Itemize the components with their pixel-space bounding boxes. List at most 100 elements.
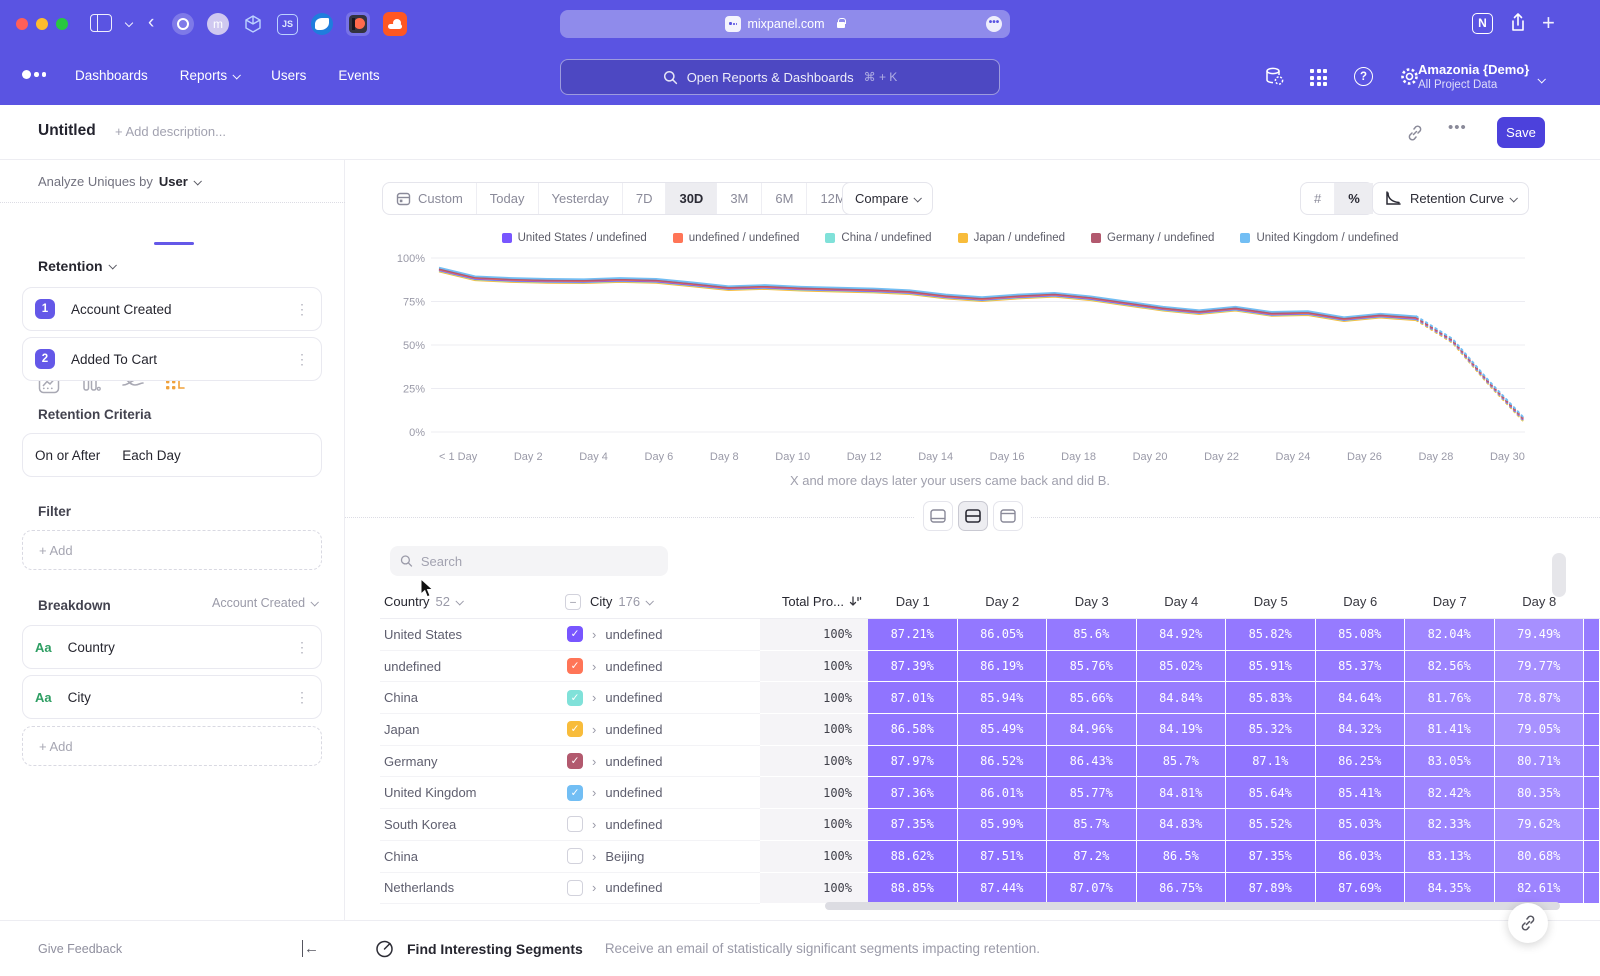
retention-cell[interactable]: 82.04% — [1405, 619, 1495, 651]
country-cell[interactable]: China — [380, 841, 565, 873]
retention-cell-partial[interactable] — [1584, 746, 1600, 778]
retention-cell[interactable]: 84.19% — [1137, 714, 1227, 746]
analyze-entity-select[interactable]: User — [159, 174, 188, 189]
help-icon[interactable]: ? — [1354, 67, 1373, 86]
retention-cell[interactable]: 87.35% — [1226, 841, 1316, 873]
retention-cell[interactable]: 84.32% — [1316, 714, 1406, 746]
nav-item-events[interactable]: Events — [338, 68, 379, 83]
retention-cell[interactable]: 88.85% — [868, 873, 958, 905]
column-header-day-5[interactable]: Day 5 — [1226, 585, 1316, 619]
column-header-day-1[interactable]: Day 1 — [868, 585, 958, 619]
retention-cell[interactable]: 85.7% — [1047, 809, 1137, 841]
cube-icon[interactable] — [242, 13, 264, 35]
notion-icon[interactable]: N — [1472, 13, 1493, 34]
retention-cell[interactable]: 87.1% — [1226, 746, 1316, 778]
retention-cell-partial[interactable] — [1584, 777, 1600, 809]
retention-cell[interactable]: 87.44% — [958, 873, 1048, 905]
legend-item[interactable]: United States / undefined — [502, 232, 647, 244]
expand-chevron-icon[interactable]: › — [592, 722, 596, 737]
expand-chevron-icon[interactable]: › — [592, 785, 596, 800]
legend-item[interactable]: China / undefined — [825, 232, 931, 244]
retention-cell[interactable]: 87.01% — [868, 682, 958, 714]
retention-cell[interactable]: 86.03% — [1316, 841, 1406, 873]
retention-cell[interactable]: 85.82% — [1226, 619, 1316, 651]
retention-cell[interactable]: 82.56% — [1405, 651, 1495, 683]
series-checkbox[interactable]: ✓ — [567, 658, 583, 674]
criteria-on-or-after[interactable]: On or After — [35, 448, 100, 463]
column-header-day-3[interactable]: Day 3 — [1047, 585, 1137, 619]
column-header-day-4[interactable]: Day 4 — [1137, 585, 1227, 619]
retention-cell[interactable]: 84.83% — [1137, 809, 1227, 841]
expand-chevron-icon[interactable]: › — [592, 627, 596, 642]
retention-cell[interactable]: 79.77% — [1495, 651, 1585, 683]
retention-cell[interactable]: 85.37% — [1316, 651, 1406, 683]
find-segments-title[interactable]: Find Interesting Segments — [407, 941, 583, 957]
retention-cell[interactable]: 85.94% — [958, 682, 1048, 714]
close-window-button[interactable] — [16, 18, 28, 30]
retention-cell[interactable]: 87.97% — [868, 746, 958, 778]
criteria-each-day[interactable]: Each Day — [122, 448, 181, 463]
retention-cell[interactable]: 85.66% — [1047, 682, 1137, 714]
soundcloud-icon[interactable] — [383, 12, 407, 36]
breakdown-country[interactable]: Aa Country ⋮ — [22, 625, 322, 669]
retention-cell[interactable]: 85.6% — [1047, 619, 1137, 651]
range-custom[interactable]: Custom — [383, 183, 476, 214]
retention-cell[interactable]: 85.7% — [1137, 746, 1227, 778]
retention-cell[interactable]: 86.19% — [958, 651, 1048, 683]
legend-item[interactable]: undefined / undefined — [673, 232, 800, 244]
retention-cell[interactable]: 83.13% — [1405, 841, 1495, 873]
retention-step-2[interactable]: 2 Added To Cart ⋮ — [22, 337, 322, 381]
expand-chevron-icon[interactable]: › — [592, 754, 596, 769]
retention-cell[interactable]: 85.02% — [1137, 651, 1227, 683]
chart-type-button[interactable]: Retention Curve — [1372, 182, 1529, 215]
series-checkbox[interactable] — [567, 848, 583, 864]
range-6m[interactable]: 6M — [761, 183, 806, 214]
m-avatar-icon[interactable]: m — [207, 13, 229, 35]
city-cell[interactable]: ✓›undefined — [565, 651, 760, 683]
total-cell[interactable]: 100% — [760, 682, 868, 714]
retention-cell[interactable]: 87.35% — [868, 809, 958, 841]
data-management-icon[interactable] — [1264, 66, 1285, 87]
expand-chevron-icon[interactable]: › — [592, 659, 596, 674]
series-checkbox[interactable] — [567, 880, 583, 896]
expand-chevron-icon[interactable]: › — [592, 817, 596, 832]
legend-item[interactable]: Germany / undefined — [1091, 232, 1214, 244]
retention-cell[interactable]: 82.33% — [1405, 809, 1495, 841]
chart-only-view-button[interactable] — [923, 501, 953, 531]
bird-icon[interactable] — [311, 13, 333, 35]
total-cell[interactable]: 100% — [760, 809, 868, 841]
retention-cell[interactable]: 85.77% — [1047, 777, 1137, 809]
range-7d[interactable]: 7D — [622, 183, 666, 214]
retention-cell[interactable]: 84.96% — [1047, 714, 1137, 746]
breakdown-city-kebab-icon[interactable]: ⋮ — [295, 689, 309, 706]
retention-cell-partial[interactable] — [1584, 809, 1600, 841]
collapse-sidebar-icon[interactable]: ← — [302, 940, 319, 957]
retention-cell[interactable]: 80.35% — [1495, 777, 1585, 809]
give-feedback-link[interactable]: Give Feedback — [38, 942, 122, 956]
series-checkbox[interactable]: ✓ — [567, 690, 583, 706]
mixpanel-logo-icon[interactable] — [22, 70, 46, 79]
country-cell[interactable]: United States — [380, 619, 565, 651]
retention-cell[interactable]: 84.81% — [1137, 777, 1227, 809]
retention-cell-partial[interactable] — [1584, 619, 1600, 651]
breakdown-event-select[interactable]: Account Created — [212, 596, 317, 610]
range-3m[interactable]: 3M — [716, 183, 761, 214]
retention-cell[interactable]: 87.07% — [1047, 873, 1137, 905]
expand-chevron-icon[interactable]: › — [592, 690, 596, 705]
country-cell[interactable]: Netherlands — [380, 873, 565, 905]
zoom-window-button[interactable] — [56, 18, 68, 30]
nav-item-reports[interactable]: Reports — [180, 68, 239, 83]
copy-link-icon[interactable] — [1406, 124, 1424, 147]
project-switcher[interactable]: Amazonia {Demo} All Project Data — [1418, 62, 1529, 91]
retention-cell[interactable]: 85.91% — [1226, 651, 1316, 683]
city-cell[interactable]: ✓›undefined — [565, 714, 760, 746]
add-description[interactable]: + Add description... — [115, 124, 226, 139]
country-cell[interactable]: China — [380, 682, 565, 714]
save-button[interactable]: Save — [1497, 117, 1545, 148]
retention-cell[interactable]: 79.62% — [1495, 809, 1585, 841]
retention-cell[interactable]: 85.99% — [958, 809, 1048, 841]
city-cell[interactable]: ✓›undefined — [565, 619, 760, 651]
retention-cell[interactable]: 79.49% — [1495, 619, 1585, 651]
minimize-window-button[interactable] — [36, 18, 48, 30]
retention-cell[interactable]: 82.42% — [1405, 777, 1495, 809]
